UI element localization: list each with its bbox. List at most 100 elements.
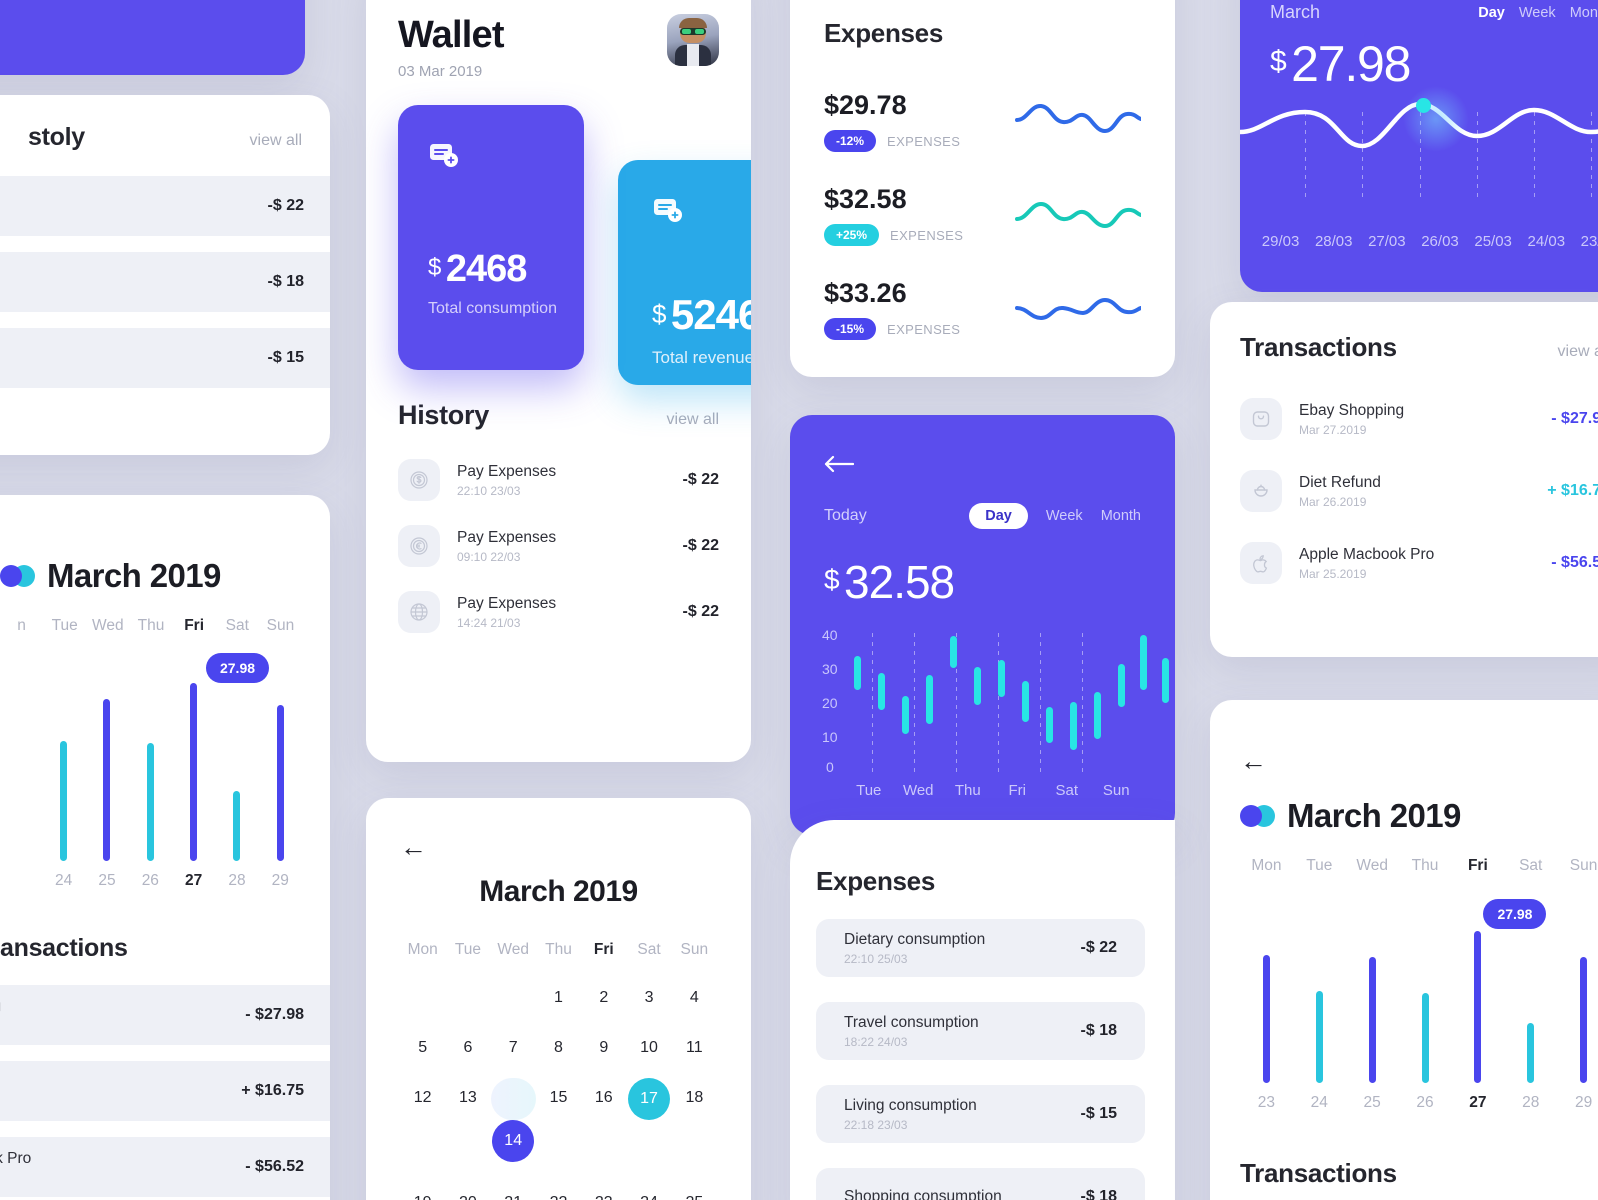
calendar-cell[interactable]: 25 (672, 1194, 717, 1200)
list-item[interactable]: Pay Expenses 22:10 14/03 -$ 15 (0, 328, 330, 388)
y-tick: 0 (826, 759, 834, 775)
balance-label: Total consumption (428, 300, 557, 317)
avatar[interactable] (667, 14, 719, 66)
list-item[interactable]: Pay Expenses 22:10 23/03 -$ 22 (398, 447, 719, 513)
view-all-link[interactable]: view all (1558, 343, 1598, 361)
table-row[interactable]: Apple Macbook Pro Mar 28.2019 - $56.52 (0, 1137, 330, 1197)
list-item[interactable]: Shopping consumption -$ 18 (816, 1168, 1145, 1200)
list-item[interactable]: Apple Macbook Pro Mar 25.2019 - $56.52 (1240, 527, 1598, 599)
view-all-link[interactable]: view all (667, 411, 719, 429)
candle-bar (1094, 692, 1101, 739)
item-date: 09:10 22/03 (457, 549, 521, 564)
legend-dot-purple (1240, 805, 1262, 827)
list-item[interactable]: Pay Expenses 14:24 21/03 -$ 22 (398, 579, 719, 645)
list-item[interactable]: Diet Refund Mar 26.2019 + $16.75 (1240, 455, 1598, 527)
list-item[interactable]: Pay Expenses 22:10 14/03 -$ 18 (0, 252, 330, 312)
list-item[interactable]: Living consumption 22:18 23/03 -$ 15 (816, 1085, 1145, 1143)
calendar-cell[interactable] (400, 989, 445, 1007)
calendar-cell[interactable]: 2 (581, 989, 626, 1007)
calendar-cell[interactable]: 11 (672, 1039, 717, 1057)
item-date: Mar 27.2019 (1299, 422, 1367, 437)
list-item[interactable]: Pay Expenses 09:10 22/03 -$ 22 (398, 513, 719, 579)
calendar-cell[interactable]: 10 (626, 1039, 671, 1057)
calendar-cell[interactable]: 6 (445, 1039, 490, 1057)
candle-bar (1022, 681, 1029, 722)
bar (1527, 1023, 1535, 1083)
day-number-active: 27 (1469, 1094, 1487, 1111)
right-chart-card: ← March 2019 Mon Tue Wed Thu Fri Sat Sun (1210, 700, 1598, 1200)
row-divider (0, 236, 330, 252)
weekday-label-active: Fri (184, 617, 205, 634)
tab-week[interactable]: Week (1046, 508, 1083, 524)
day-number: 23 (1257, 1094, 1276, 1111)
calendar-cell[interactable]: 21 (491, 1194, 536, 1200)
calendar-cell[interactable]: 24 (626, 1194, 671, 1200)
calendar-cell[interactable]: 19 (400, 1194, 445, 1200)
calendar-cell[interactable]: 20 (445, 1194, 490, 1200)
back-arrow-icon[interactable] (824, 455, 1141, 478)
calendar-cell[interactable]: 8 (536, 1039, 581, 1057)
calendar-cell[interactable]: 9 (581, 1039, 626, 1057)
calendar-cell[interactable]: 22 (536, 1194, 581, 1200)
item-amount: - $56.52 (1551, 554, 1598, 571)
calendar-cell[interactable]: 4 (672, 989, 717, 1007)
tab-week[interactable]: Week (1519, 5, 1556, 21)
calendar-cell[interactable]: 12 (400, 1089, 445, 1162)
expense-summary-row[interactable]: $29.78 -12% EXPENSES (824, 77, 1141, 165)
calendar-cell[interactable]: 15 (536, 1089, 581, 1162)
page-title: Wallet (398, 14, 505, 56)
currency-symbol: $ (1270, 45, 1287, 78)
back-arrow-icon[interactable]: ← (1240, 748, 1598, 775)
item-date: Mar 28.2019 (0, 1171, 31, 1185)
calendar-cell[interactable]: 23 (581, 1194, 626, 1200)
item-name: Pay Expenses (457, 462, 557, 480)
bar (1474, 931, 1482, 1083)
item-date: 22:10 23/03 (457, 483, 521, 498)
tab-day[interactable]: Day (969, 503, 1028, 529)
y-tick: 40 (822, 627, 838, 643)
list-item[interactable]: Ebay Shopping Mar 27.2019 - $27.98 (1240, 383, 1598, 455)
item-name: Travel consumption (844, 1013, 979, 1031)
weekday-label: Sat (637, 941, 661, 958)
calendar-cell-range-end[interactable]: 17 (626, 1078, 671, 1162)
calendar-cell-selected-end[interactable]: 17 (628, 1078, 671, 1120)
tab-month[interactable]: Month (1570, 5, 1598, 21)
calendar-cell[interactable]: 1 (536, 989, 581, 1007)
expense-summary-row[interactable]: $32.58 +25% EXPENSES (824, 171, 1141, 259)
balance-card-consumption[interactable]: $ 2468 Total consumption (398, 105, 584, 370)
calendar-cell[interactable]: 7 (491, 1039, 536, 1057)
calendar-cell[interactable]: 18 (672, 1089, 717, 1162)
item-amount: -$ 22 (1080, 939, 1117, 956)
y-tick: 20 (822, 695, 838, 711)
list-item[interactable]: Pay Expenses 22:10 14/03 -$ 22 (0, 176, 330, 236)
calendar-cell[interactable] (445, 989, 490, 1007)
data-point-marker[interactable] (1416, 98, 1431, 113)
calendar-cell[interactable]: 16 (581, 1089, 626, 1162)
table-row[interactable]: Diet Refund Mar 27.2019 + $16.75 (0, 1061, 330, 1121)
balance-card-revenue[interactable]: $ 5246 Total revenue (618, 160, 751, 385)
item-amount: -$ 18 (1080, 1188, 1117, 1200)
list-item[interactable]: Travel consumption 18:22 24/03 -$ 18 (816, 1002, 1145, 1060)
weekday-label: Tue (1306, 857, 1333, 874)
table-row[interactable]: Ebay Shopping Mar 28.2019 - $27.98 (0, 985, 330, 1045)
calendar-cell-range-start[interactable]: 14 (490, 1078, 536, 1162)
tab-month[interactable]: Month (1101, 508, 1141, 524)
calendar-cell[interactable]: 3 (626, 989, 671, 1007)
calendar-cell[interactable] (491, 989, 536, 1007)
item-date: 22:10 25/03 (844, 951, 908, 966)
x-tick: 27/03 (1368, 233, 1406, 250)
row-divider (0, 1045, 330, 1061)
view-all-link[interactable]: view all (250, 132, 302, 150)
y-tick: 10 (822, 729, 838, 745)
candle-bar (1070, 702, 1077, 750)
list-item[interactable]: Dietary consumption 22:10 25/03 -$ 22 (816, 919, 1145, 977)
calendar-cell-selected[interactable]: 14 (492, 1120, 535, 1162)
item-amount: -$ 22 (682, 603, 719, 620)
calendar-card: ← March 2019 Mon Tue Wed Thu Fri Sat Sun… (366, 798, 751, 1200)
calendar-cell[interactable]: 13 (445, 1089, 490, 1162)
expense-summary-row[interactable]: $33.26 -15% EXPENSES (824, 265, 1141, 353)
back-arrow-icon[interactable]: ← (400, 834, 717, 861)
x-tick: Sat (1055, 782, 1078, 799)
calendar-cell[interactable]: 5 (400, 1039, 445, 1057)
tab-day[interactable]: Day (1478, 5, 1505, 21)
